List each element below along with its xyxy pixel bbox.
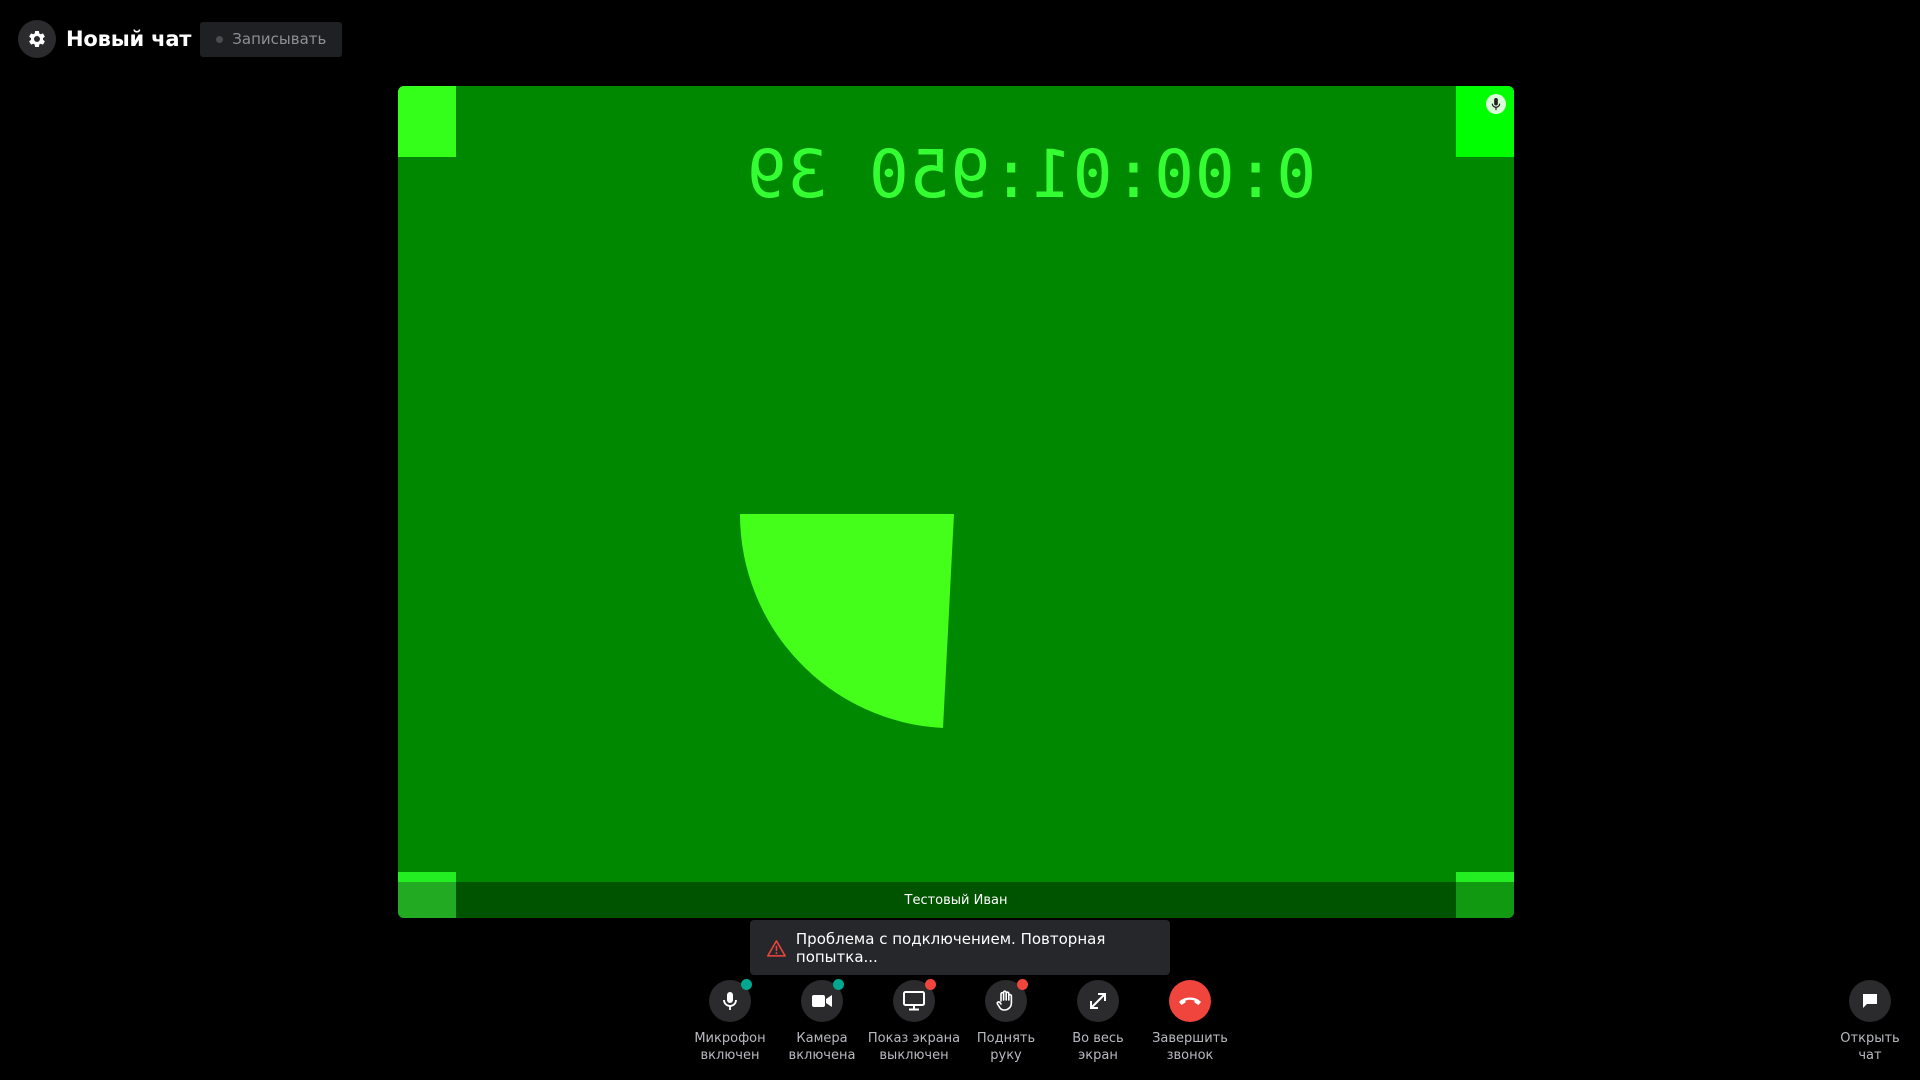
end-call-label: Завершить звонок — [1152, 1031, 1228, 1063]
end-call-control: Завершить звонок — [1144, 980, 1236, 1064]
warning-icon — [767, 939, 786, 957]
end-call-button[interactable] — [1169, 980, 1211, 1022]
screen-share-control: Показ экрана выключен — [868, 979, 960, 1064]
settings-button[interactable] — [18, 20, 56, 58]
screen-share-status-dot — [925, 979, 936, 990]
camera-control: Камера включена — [776, 979, 868, 1064]
top-bar: Новый чат Записывать — [18, 20, 343, 58]
raise-hand-control: Поднять руку — [960, 979, 1052, 1064]
camera-icon — [812, 995, 832, 1007]
camera-button[interactable] — [801, 979, 844, 1022]
participant-video-tile[interactable]: 0:00:01:950 39 Тестовый Иван — [398, 86, 1514, 918]
open-chat-control: Открыть чат — [1824, 980, 1916, 1064]
open-chat-label: Открыть чат — [1840, 1031, 1900, 1063]
gear-icon — [29, 30, 45, 47]
raise-hand-status-dot — [1017, 979, 1028, 990]
hand-icon — [996, 990, 1013, 1011]
fullscreen-label: Во весь экран — [1072, 1031, 1124, 1063]
monitor-icon — [903, 991, 925, 1011]
camera-label: Камера включена — [788, 1031, 856, 1063]
fullscreen-control: Во весь экран — [1052, 980, 1144, 1064]
raise-hand-button[interactable] — [985, 979, 1028, 1022]
record-dot-icon — [216, 35, 224, 43]
video-corner-marker — [398, 872, 456, 918]
microphone-label: Микрофон включен — [694, 1031, 766, 1063]
screen-share-label: Показ экрана выключен — [867, 1031, 961, 1063]
microphone-control: Микрофон включен — [684, 979, 776, 1064]
test-pattern-timecode: 0:00:01:950 39 — [745, 136, 1317, 213]
connection-warning-toast: Проблема с подключением. Повторная попыт… — [750, 920, 1170, 975]
hang-up-icon — [1179, 997, 1201, 1005]
record-label: Записывать — [232, 30, 327, 48]
camera-status-dot — [833, 979, 844, 990]
mic-status-dot — [741, 979, 752, 990]
test-pattern-pie-shape — [740, 514, 954, 728]
participant-name: Тестовый Иван — [904, 892, 1008, 908]
chat-bubble-icon — [1863, 994, 1877, 1008]
participant-name-bar: Тестовый Иван — [456, 882, 1456, 918]
participant-mic-icon — [1486, 94, 1506, 114]
open-chat-button[interactable] — [1849, 980, 1891, 1022]
record-button[interactable]: Записывать — [200, 21, 343, 57]
toast-message: Проблема с подключением. Повторная попыт… — [795, 929, 1106, 966]
microphone-button[interactable] — [709, 979, 752, 1022]
chat-title: Новый чат — [66, 27, 192, 51]
microphone-icon — [723, 992, 737, 1010]
expand-icon — [1090, 993, 1106, 1009]
call-controls-bar: Микрофон включен Камера включена Показ экр… — [0, 979, 1920, 1080]
fullscreen-button[interactable] — [1077, 980, 1119, 1022]
raise-hand-label: Поднять руку — [976, 1031, 1036, 1063]
video-corner-marker — [1456, 872, 1514, 918]
screen-share-button[interactable] — [893, 979, 936, 1022]
